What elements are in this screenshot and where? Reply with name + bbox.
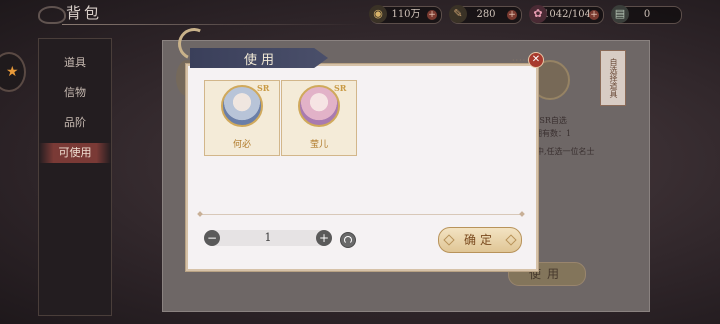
quantity-value[interactable]: 1 <box>204 231 332 244</box>
confirm-deco <box>443 234 455 246</box>
star-icon: ★ <box>6 64 19 80</box>
coin-icon: ◉ <box>369 5 387 23</box>
ribbon-label: 自选择道具 <box>600 50 626 106</box>
top-bar: 背包 ◉ 110万 + ✎ 280 + ✿ 1042/104 + ▤ 0 <box>0 0 720 28</box>
scroll-icon: ▤ <box>611 5 629 23</box>
close-button[interactable]: ✕ <box>528 52 544 68</box>
resource-coins-value: 110万 <box>391 9 421 20</box>
resource-scroll-value: 0 <box>643 9 651 20</box>
feather-icon: ✎ <box>449 5 467 23</box>
character-card[interactable]: SR 莹儿 <box>281 80 357 156</box>
resource-feather-value: 280 <box>476 9 496 20</box>
title-underline <box>62 24 362 25</box>
sidebar-item-tokens[interactable]: 信物 <box>39 83 111 103</box>
add-coins-button[interactable]: + <box>427 10 437 20</box>
dialog-header: 使用 <box>190 48 328 68</box>
divider <box>200 214 524 215</box>
resource-coins: ◉ 110万 + <box>369 5 442 24</box>
plus-button[interactable]: + <box>316 230 332 246</box>
add-feather-button[interactable]: + <box>507 10 517 20</box>
resource-flower-value: 1042/104 <box>543 9 591 20</box>
confirm-button[interactable]: 确定 <box>438 227 522 253</box>
dialog-title: 使用 <box>244 53 279 68</box>
character-card[interactable]: SR 何必 <box>204 80 280 156</box>
description-line: 中,任选一位名士 <box>536 147 595 156</box>
owned-line: 拥有数：1 <box>534 129 572 138</box>
resource-feather: ✎ 280 + <box>449 5 522 24</box>
max-quantity-button[interactable] <box>340 232 356 248</box>
sidebar-item-rank[interactable]: 品阶 <box>39 113 111 133</box>
resource-scroll: ▤ 0 <box>611 5 682 24</box>
sidebar: 道具 信物 品阶 可使用 <box>38 38 112 316</box>
sidebar-item-usable[interactable]: 可使用 <box>39 143 111 163</box>
ssr-line: SSR自选 <box>534 116 567 125</box>
add-flower-button[interactable]: + <box>589 10 599 20</box>
cloud-icon <box>38 6 66 24</box>
flower-icon: ✿ <box>529 5 547 23</box>
resource-flower: ✿ 1042/104 + <box>529 5 604 24</box>
confirm-deco <box>505 234 517 246</box>
confirm-label: 确定 <box>463 233 496 247</box>
quantity-stepper: − 1 + <box>204 230 332 246</box>
character-name: 何必 <box>232 140 251 150</box>
sidebar-item-items[interactable]: 道具 <box>39 53 111 73</box>
rarity-badge: SR <box>334 83 347 93</box>
rarity-badge: SR <box>257 83 270 93</box>
page-title: 背包 <box>66 4 103 22</box>
character-name: 莹儿 <box>309 140 328 150</box>
